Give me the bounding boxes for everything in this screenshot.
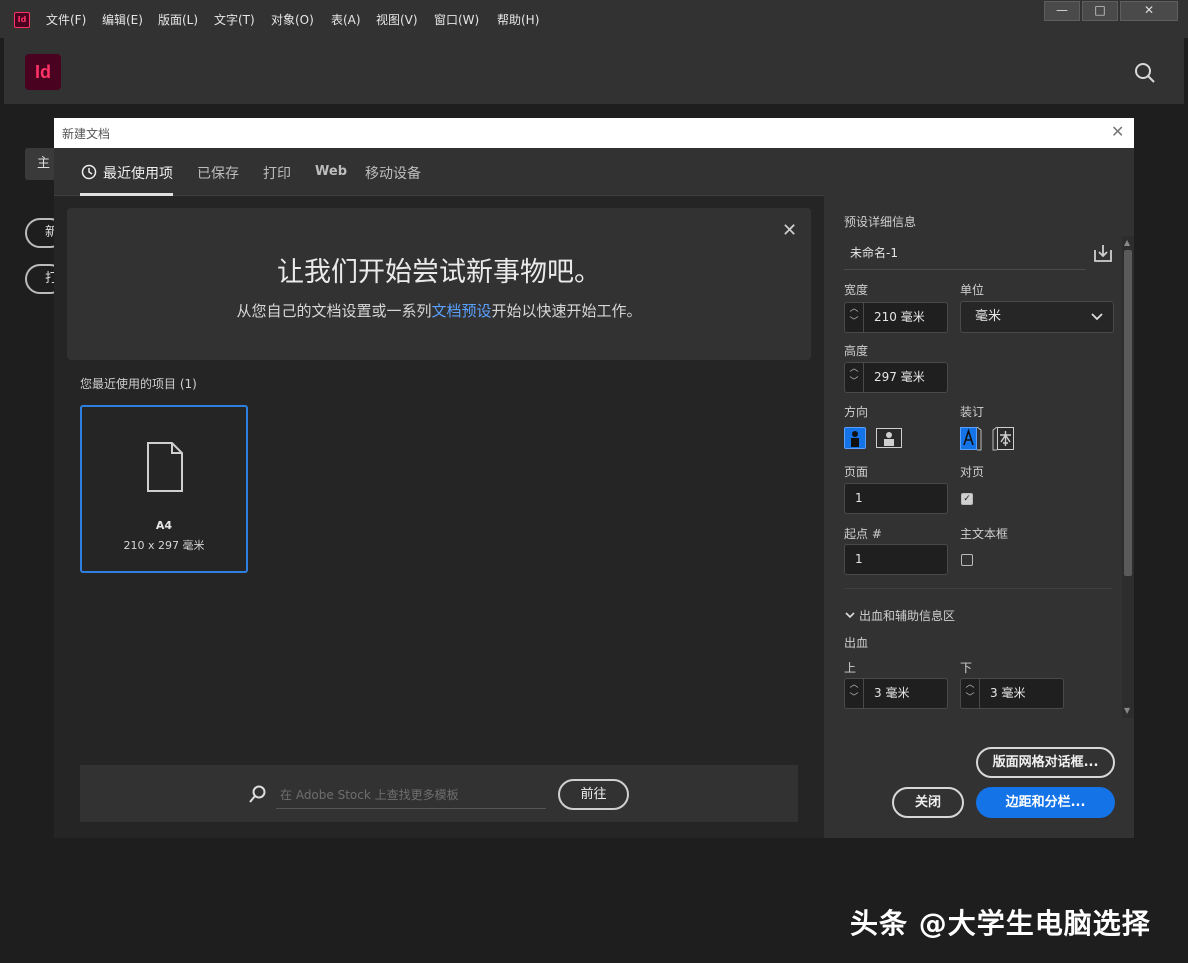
recent-item-size: 210 x 297 毫米 — [123, 539, 205, 552]
stock-search-input[interactable] — [276, 782, 546, 809]
bleed-bottom-field[interactable]: ︿ ﹀ 3 毫米 — [960, 678, 1064, 709]
document-presets-link[interactable]: 文档预设 — [431, 302, 491, 320]
chevron-down-icon — [1091, 313, 1103, 321]
height-field[interactable]: ︿ ﹀ 297 毫米 — [844, 362, 948, 393]
left-to-right-binding-icon[interactable] — [960, 425, 982, 451]
menu-object[interactable]: 对象(O) — [271, 11, 314, 28]
unit-label: 单位 — [960, 283, 985, 297]
bleed-top-stepper[interactable]: ︿ ﹀ — [845, 679, 864, 708]
start-page-field[interactable]: 1 — [844, 544, 948, 575]
binding-label: 装订 — [960, 405, 985, 419]
bleed-top-label: 上 — [844, 661, 857, 675]
width-stepper[interactable]: ︿ ﹀ — [845, 303, 864, 332]
primary-text-frame-checkbox[interactable] — [961, 554, 973, 566]
banner-title: 让我们开始尝试新事物吧。 — [277, 257, 601, 288]
document-name-field[interactable]: 未命名-1 — [844, 240, 1086, 270]
recent-items-label: 您最近使用的项目 (1) — [80, 377, 197, 391]
bleed-label: 出血 — [844, 636, 869, 650]
unit-value: 毫米 — [975, 309, 1002, 324]
menu-layout[interactable]: 版面(L) — [158, 11, 198, 28]
app-icon: Id — [14, 12, 30, 28]
layout-grid-button[interactable]: 版面网格对话框... — [976, 747, 1115, 778]
margins-columns-button[interactable]: 边距和分栏... — [976, 787, 1115, 818]
start-page-label: 起点 # — [844, 527, 882, 541]
pages-label: 页面 — [844, 465, 869, 479]
maximize-button[interactable]: □ — [1082, 1, 1118, 21]
preset-details-header: 预设详细信息 — [844, 215, 917, 229]
bleed-top-value: 3 毫米 — [874, 686, 910, 700]
orientation-label: 方向 — [844, 405, 869, 419]
minimize-button[interactable]: — — [1044, 1, 1080, 21]
facing-pages-checkbox[interactable]: ✓ — [961, 493, 973, 505]
clock-icon — [81, 164, 97, 180]
dialog-close-icon[interactable]: ✕ — [1111, 122, 1124, 141]
document-icon — [147, 442, 183, 492]
close-window-button[interactable]: ✕ — [1120, 1, 1178, 21]
save-preset-icon[interactable] — [1092, 242, 1114, 264]
bleed-top-field[interactable]: ︿ ﹀ 3 毫米 — [844, 678, 948, 709]
tab-print[interactable]: 打印 — [263, 163, 291, 183]
banner-text-before: 从您自己的文档设置或一系列 — [236, 302, 432, 320]
home-header — [4, 38, 1184, 104]
tab-mobile[interactable]: 移动设备 — [365, 163, 421, 183]
tab-saved[interactable]: 已保存 — [197, 163, 239, 183]
pages-field[interactable]: 1 — [844, 483, 948, 514]
scroll-clip — [830, 716, 1122, 742]
indesign-logo: Id — [25, 54, 61, 90]
search-icon[interactable] — [1134, 62, 1156, 84]
menu-window[interactable]: 窗口(W) — [434, 11, 479, 28]
menu-table[interactable]: 表(A) — [331, 11, 361, 28]
menu-edit[interactable]: 编辑(E) — [102, 11, 143, 28]
menu-file[interactable]: 文件(F) — [46, 11, 86, 28]
search-icon — [249, 785, 266, 803]
section-divider — [844, 588, 1112, 589]
banner-text-after: 开始以快速开始工作。 — [491, 302, 642, 320]
tab-web[interactable]: Web — [315, 164, 347, 179]
scroll-down-icon[interactable]: ▼ — [1124, 706, 1130, 715]
portrait-orientation-icon[interactable] — [844, 427, 866, 449]
width-value: 210 毫米 — [874, 310, 925, 324]
dialog-title: 新建文档 — [62, 127, 111, 141]
window-controls: — □ ✕ — [1042, 1, 1178, 21]
scrollbar-thumb[interactable] — [1124, 250, 1132, 576]
tab-recent[interactable]: 最近使用项 — [103, 163, 173, 183]
unit-select[interactable]: 毫米 — [960, 301, 1114, 333]
menu-type[interactable]: 文字(T) — [214, 11, 255, 28]
bleed-bottom-label: 下 — [960, 661, 973, 675]
height-label: 高度 — [844, 344, 869, 358]
recent-item-name: A4 — [155, 519, 173, 532]
bleed-bottom-stepper[interactable]: ︿ ﹀ — [961, 679, 980, 708]
watermark: 头条 @大学生电脑选择 — [850, 907, 1151, 940]
scroll-up-icon[interactable]: ▲ — [1124, 238, 1130, 247]
right-to-left-binding-icon[interactable] — [992, 425, 1014, 451]
height-value: 297 毫米 — [874, 370, 925, 384]
dialog-titlebar — [54, 118, 1134, 148]
banner-close-icon[interactable]: ✕ — [782, 220, 797, 241]
primary-text-frame-label: 主文本框 — [960, 527, 1009, 541]
width-field[interactable]: ︿ ﹀ 210 毫米 — [844, 302, 948, 333]
bleed-bottom-value: 3 毫米 — [990, 686, 1026, 700]
width-label: 宽度 — [844, 283, 869, 297]
menu-help[interactable]: 帮助(H) — [497, 11, 539, 28]
bleed-section-toggle[interactable]: 出血和辅助信息区 — [859, 607, 955, 624]
menu-view[interactable]: 视图(V) — [376, 11, 418, 28]
banner-subtitle: 从您自己的文档设置或一系列文档预设开始以快速开始工作。 — [67, 300, 811, 321]
stock-go-button[interactable]: 前往 — [558, 779, 629, 810]
close-button[interactable]: 关闭 — [892, 787, 964, 818]
landscape-orientation-icon[interactable] — [876, 427, 902, 449]
chevron-down-icon[interactable] — [845, 610, 855, 620]
height-stepper[interactable]: ︿ ﹀ — [845, 363, 864, 392]
facing-pages-label: 对页 — [960, 465, 985, 479]
